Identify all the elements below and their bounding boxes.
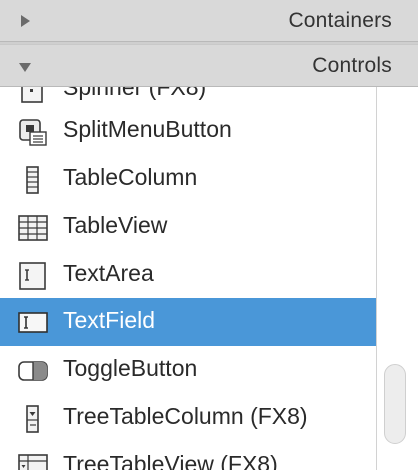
toggle-button-icon (18, 361, 48, 381)
list-item-togglebutton[interactable]: ToggleButton (0, 346, 376, 394)
list-item-label: ToggleButton (63, 355, 198, 381)
section-title-containers: Containers (288, 9, 392, 32)
list-item-label: TableView (63, 212, 168, 238)
list-item-tablecolumn[interactable]: TableColumn (0, 155, 376, 203)
list-item-label: TextField (63, 307, 156, 333)
tree-table-column-icon (26, 405, 39, 433)
list-item-label: TextArea (63, 260, 154, 286)
text-area-icon (19, 262, 46, 290)
list-item-treetablecolumn[interactable]: TreeTableColumn (FX8) (0, 394, 376, 442)
table-view-icon (18, 215, 48, 241)
list-item-splitmenubutton[interactable]: SplitMenuButton (0, 107, 376, 155)
chevron-right-icon (21, 15, 30, 27)
controls-list: Spinner (FX8) SplitMenuButton TableColum… (0, 87, 376, 470)
list-item-textarea[interactable]: TextArea (0, 251, 376, 299)
split-menu-button-icon (19, 119, 47, 146)
tree-table-view-icon (18, 454, 48, 470)
section-header-containers[interactable]: Containers (0, 0, 418, 42)
scrollbar-thumb[interactable] (384, 364, 406, 444)
list-item-label: SplitMenuButton (63, 116, 232, 142)
section-title-controls: Controls (312, 54, 392, 77)
chevron-down-icon (19, 63, 31, 72)
list-item-label: Spinner (FX8) (63, 87, 207, 100)
table-column-icon (26, 166, 39, 194)
spinner-icon (21, 87, 43, 103)
list-item-textfield[interactable]: TextField (0, 298, 376, 346)
list-item-tableview[interactable]: TableView (0, 203, 376, 251)
list-item-label: TreeTableColumn (FX8) (63, 403, 308, 429)
list-item-treetableview[interactable]: TreeTableView (FX8) (0, 442, 376, 470)
list-item-label: TableColumn (63, 164, 198, 190)
text-field-icon (18, 312, 48, 333)
list-item-label: TreeTableView (FX8) (63, 451, 278, 470)
section-header-controls[interactable]: Controls (0, 44, 418, 87)
